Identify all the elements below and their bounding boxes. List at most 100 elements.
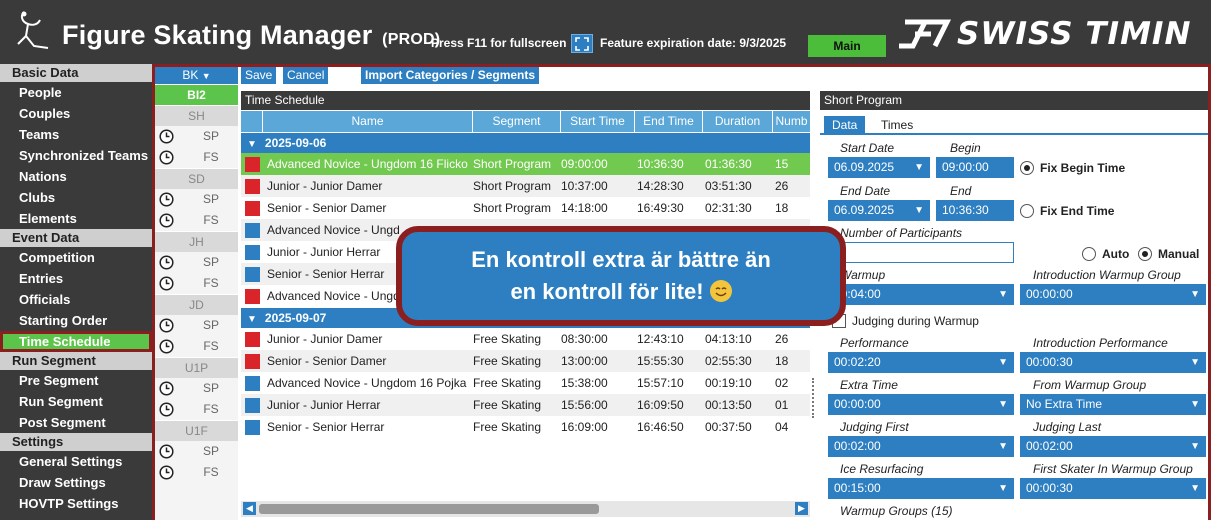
nav-item-post-segment[interactable]: Post Segment bbox=[0, 412, 152, 433]
nav-item-synchronized-teams[interactable]: Synchronized Teams bbox=[0, 145, 152, 166]
first-skater-select[interactable]: 00:00:30 ▼ bbox=[1020, 478, 1206, 499]
cell-end: 10:36:30 bbox=[637, 157, 684, 171]
end-date-picker[interactable]: 06.09.2025 ▼ bbox=[828, 200, 930, 221]
group-segment[interactable]: FS bbox=[155, 399, 238, 420]
table-row[interactable]: Junior - Junior Damer Short Program 10:37:… bbox=[241, 175, 810, 197]
group-segment[interactable]: SP bbox=[155, 315, 238, 336]
nav-item-officials[interactable]: Officials bbox=[0, 289, 152, 310]
column-duration[interactable]: Duration bbox=[702, 111, 772, 132]
group-level[interactable]: U1P bbox=[155, 357, 238, 378]
group-level[interactable]: SD bbox=[155, 168, 238, 189]
import-categories-button[interactable]: Import Categories / Segments bbox=[361, 67, 540, 84]
group-level[interactable]: BI2 bbox=[155, 84, 238, 105]
nav-item-teams[interactable]: Teams bbox=[0, 124, 152, 145]
group-segment[interactable]: SP bbox=[155, 126, 238, 147]
column-segment[interactable]: Segment bbox=[472, 111, 560, 132]
group-level[interactable]: SH bbox=[155, 105, 238, 126]
nav-item-entries[interactable]: Entries bbox=[0, 268, 152, 289]
intro-warmup-select[interactable]: 00:00:00 ▼ bbox=[1020, 284, 1206, 305]
group-segment[interactable]: SP bbox=[155, 189, 238, 210]
participants-input[interactable] bbox=[828, 242, 1014, 263]
date-group-row[interactable]: ▼ 2025-09-06 bbox=[241, 133, 810, 153]
color-marker bbox=[245, 332, 260, 347]
nav-item-draw-settings[interactable]: Draw Settings bbox=[0, 472, 152, 493]
judging-first-select[interactable]: 00:02:00 ▼ bbox=[828, 436, 1014, 457]
main-button[interactable]: Main bbox=[808, 35, 886, 57]
cell-start: 16:09:00 bbox=[561, 420, 608, 434]
chevron-down-icon: ▼ bbox=[1190, 357, 1200, 368]
from-warmup-select[interactable]: No Extra Time ▼ bbox=[1020, 394, 1206, 415]
cell-duration: 02:55:30 bbox=[705, 354, 752, 368]
panel-splitter[interactable] bbox=[812, 378, 815, 418]
cell-name: Junior - Junior Damer bbox=[267, 332, 383, 346]
group-level[interactable]: JH bbox=[155, 231, 238, 252]
expiration-date: Feature expiration date: 9/3/2025 bbox=[600, 36, 787, 50]
warmup-groups-label: Warmup Groups (15) bbox=[840, 504, 953, 518]
chevron-down-icon: ▼ bbox=[998, 289, 1008, 300]
nav-item-general-settings[interactable]: General Settings bbox=[0, 451, 152, 472]
tab-data[interactable]: Data bbox=[824, 116, 866, 135]
nav-item-run-segment[interactable]: Run Segment bbox=[0, 391, 152, 412]
nav-item-competition[interactable]: Competition bbox=[0, 247, 152, 268]
fix-begin-time-radio[interactable]: Fix Begin Time bbox=[1020, 160, 1125, 176]
judging-last-select[interactable]: 00:02:00 ▼ bbox=[1020, 436, 1206, 457]
end-time-input[interactable]: 10:36:30 bbox=[936, 200, 1014, 221]
scroll-thumb[interactable] bbox=[259, 504, 599, 514]
group-selector[interactable]: BK ▼ bbox=[155, 67, 238, 84]
horizontal-scrollbar[interactable]: ◀ ▶ bbox=[241, 501, 810, 517]
begin-time-input[interactable]: 09:00:00 bbox=[936, 157, 1014, 178]
start-date-picker[interactable]: 06.09.2025 ▼ bbox=[828, 157, 930, 178]
table-row[interactable]: Junior - Junior Herrar Free Skating 15:56:… bbox=[241, 394, 810, 416]
ice-resurfacing-select[interactable]: 00:15:00 ▼ bbox=[828, 478, 1014, 499]
scroll-left-icon[interactable]: ◀ bbox=[243, 502, 256, 515]
column-number[interactable]: Numb bbox=[772, 111, 810, 132]
column-end-time[interactable]: End Time bbox=[634, 111, 702, 132]
group-segment[interactable]: FS bbox=[155, 147, 238, 168]
nav-item-starting-order[interactable]: Starting Order bbox=[0, 310, 152, 331]
group-level[interactable]: U1F bbox=[155, 420, 238, 441]
fullscreen-button[interactable] bbox=[571, 34, 593, 53]
table-row[interactable]: Senior - Senior Damer Short Program 14:18:… bbox=[241, 197, 810, 219]
first-skater-label: First Skater In Warmup Group bbox=[1033, 462, 1193, 476]
group-segment[interactable]: FS bbox=[155, 462, 238, 483]
scroll-right-icon[interactable]: ▶ bbox=[795, 502, 808, 515]
chevron-down-icon: ▼ bbox=[998, 357, 1008, 368]
nav-item-time-schedule[interactable]: Time Schedule bbox=[0, 331, 152, 352]
nav-item-clubs[interactable]: Clubs bbox=[0, 187, 152, 208]
expand-icon bbox=[575, 36, 589, 51]
manual-radio[interactable]: Manual bbox=[1138, 246, 1199, 262]
nav-item-couples[interactable]: Couples bbox=[0, 103, 152, 124]
table-row[interactable]: Advanced Novice - Ungdom 16 Flicko Short … bbox=[241, 153, 810, 175]
nav-section-event-data: Event Data bbox=[0, 229, 152, 247]
column-name[interactable]: Name bbox=[262, 111, 472, 132]
warmup-select[interactable]: 00:04:00 ▼ bbox=[828, 284, 1014, 305]
fix-end-time-radio[interactable]: Fix End Time bbox=[1020, 203, 1114, 219]
extra-time-select[interactable]: 00:00:00 ▼ bbox=[828, 394, 1014, 415]
table-row[interactable]: Junior - Junior Damer Free Skating 08:30:0… bbox=[241, 328, 810, 350]
table-row[interactable]: Senior - Senior Herrar Free Skating 16:09:… bbox=[241, 416, 810, 438]
auto-radio[interactable]: Auto bbox=[1082, 246, 1129, 262]
nav-item-elements[interactable]: Elements bbox=[0, 208, 152, 229]
group-level[interactable]: JD bbox=[155, 294, 238, 315]
group-segment[interactable]: FS bbox=[155, 273, 238, 294]
nav-item-pre-segment[interactable]: Pre Segment bbox=[0, 370, 152, 391]
chevron-down-icon: ▼ bbox=[998, 399, 1008, 410]
segment-label: SP bbox=[202, 129, 219, 143]
tab-times[interactable]: Times bbox=[873, 116, 921, 135]
group-segment[interactable]: SP bbox=[155, 378, 238, 399]
nav-item-people[interactable]: People bbox=[0, 82, 152, 103]
cancel-button[interactable]: Cancel bbox=[283, 67, 329, 84]
performance-select[interactable]: 00:02:20 ▼ bbox=[828, 352, 1014, 373]
intro-performance-select[interactable]: 00:00:30 ▼ bbox=[1020, 352, 1206, 373]
table-row[interactable]: Senior - Senior Damer Free Skating 13:00:0… bbox=[241, 350, 810, 372]
color-marker bbox=[245, 420, 260, 435]
nav-item-nations[interactable]: Nations bbox=[0, 166, 152, 187]
group-segment[interactable]: FS bbox=[155, 210, 238, 231]
group-segment[interactable]: SP bbox=[155, 441, 238, 462]
column-start-time[interactable]: Start Time bbox=[560, 111, 634, 132]
nav-item-hovtp-settings[interactable]: HOVTP Settings bbox=[0, 493, 152, 514]
save-button[interactable]: Save bbox=[241, 67, 277, 84]
group-segment[interactable]: FS bbox=[155, 336, 238, 357]
group-segment[interactable]: SP bbox=[155, 252, 238, 273]
table-row[interactable]: Advanced Novice - Ungdom 16 Pojka Free Sk… bbox=[241, 372, 810, 394]
